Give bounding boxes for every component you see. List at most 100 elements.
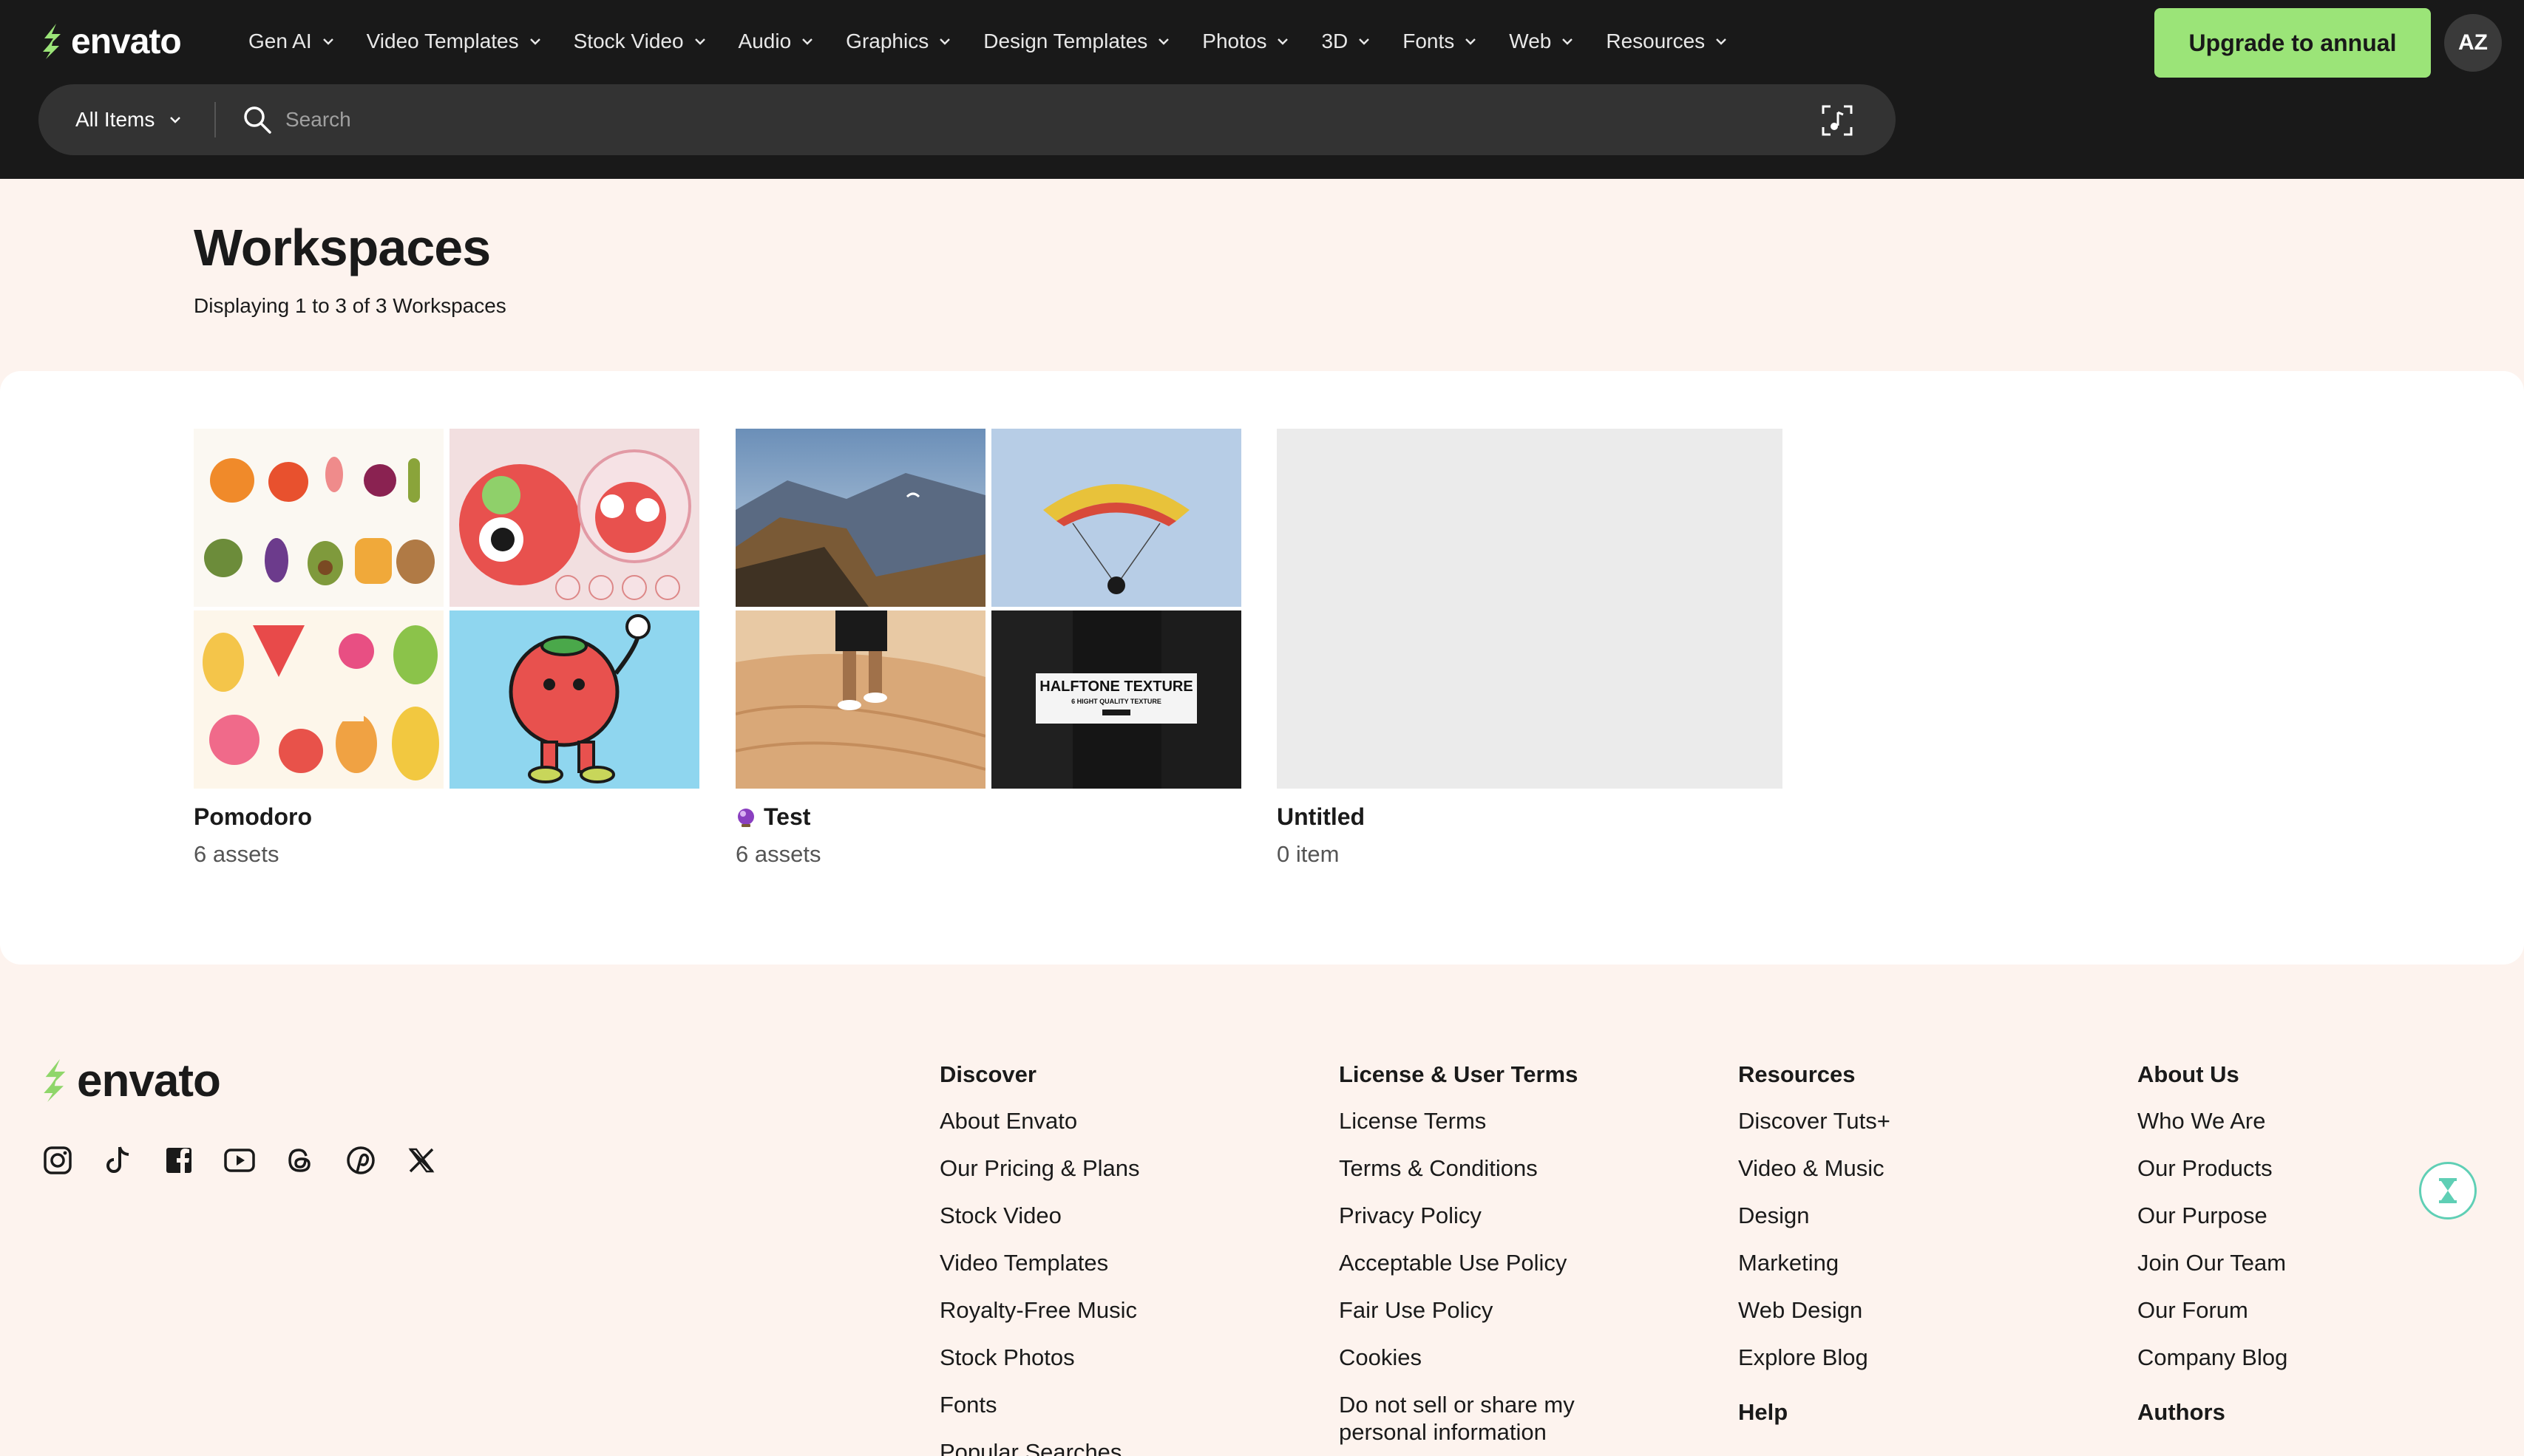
workspace-name-text: Pomodoro [194,803,312,830]
chevron-down-icon [940,38,951,45]
footer-link[interactable]: Video & Music [1738,1154,2093,1182]
nav-label: Photos [1202,30,1267,52]
workspace-card-test[interactable]: HALFTONE TEXTURE 6 HIGHT QUALITY TEXTURE… [736,429,1241,868]
workspace-thumbnails: HALFTONE TEXTURE 6 HIGHT QUALITY TEXTURE [736,429,1241,789]
footer-column-discover: Discover About Envato Our Pricing & Plan… [940,1061,1295,1456]
nav-web[interactable]: Web [1509,30,1573,53]
hourglass-button[interactable] [2419,1162,2477,1219]
page-title: Workspaces [194,219,491,276]
thumbnail-vegetable-characters [194,429,444,607]
top-header: envato Gen AI Video Templates Stock Vide… [0,0,2524,179]
envato-logo[interactable]: envato [38,21,182,61]
footer-link[interactable]: Terms & Conditions [1339,1154,1649,1182]
tiktok-icon[interactable] [102,1144,135,1177]
category-select[interactable]: All Items [75,84,181,155]
nav-photos[interactable]: Photos [1202,30,1289,53]
footer-link[interactable]: Join Our Team [2137,1249,2433,1276]
upgrade-button[interactable]: Upgrade to annual [2154,8,2431,78]
footer-link[interactable]: Popular Searches [940,1438,1295,1456]
footer-link[interactable]: About Envato [940,1107,1295,1134]
purple-orb-icon [738,808,754,827]
footer-link[interactable]: Stock Video [940,1202,1295,1229]
footer-link[interactable]: Our Pricing & Plans [940,1154,1295,1182]
workspace-name: Test [736,803,1241,831]
search-bar: All Items [38,84,1896,155]
footer-column-title: Discover [940,1061,1037,1087]
halftone-subtitle: 6 HIGHT QUALITY TEXTURE [1071,698,1161,705]
nav-label: Resources [1606,30,1706,52]
nav-stock-video[interactable]: Stock Video [574,30,706,53]
workspace-count: 6 assets [194,841,279,867]
nav-label: Audio [738,30,792,52]
footer-link[interactable]: Royalty-Free Music [940,1296,1295,1324]
search-input[interactable] [285,99,1764,140]
facebook-icon[interactable] [163,1144,195,1177]
workspace-name-text: Test [764,803,811,830]
logo-text: envato [71,21,182,61]
footer-link[interactable]: Our Purpose [2137,1202,2433,1229]
thumbnail-halftone-texture: HALFTONE TEXTURE 6 HIGHT QUALITY TEXTURE [991,610,1241,789]
footer-link[interactable]: Company Blog [2137,1344,2433,1371]
footer-link[interactable]: Marketing [1738,1249,2093,1276]
workspace-card-untitled[interactable]: Untitled 0 item [1277,429,1782,868]
chevron-down-icon [1465,38,1476,45]
footer-link[interactable]: Stock Photos [940,1344,1295,1371]
footer-link[interactable]: Web Design [1738,1296,2093,1324]
x-icon[interactable] [405,1144,438,1177]
chevron-down-icon [529,38,540,45]
main-nav: Gen AI Video Templates Stock Video Audio… [248,22,1760,61]
footer-link[interactable]: Fonts [940,1391,1295,1418]
footer-column-title: Help [1738,1399,1788,1425]
footer-link[interactable]: Video Templates [940,1249,1295,1276]
search-divider [214,102,216,137]
nav-label: Fonts [1402,30,1455,52]
nav-graphics[interactable]: Graphics [846,30,951,53]
chevron-down-icon [1562,38,1573,45]
halftone-title: HALFTONE TEXTURE [1039,678,1193,695]
hourglass-icon [2439,1178,2457,1203]
nav-design-templates[interactable]: Design Templates [983,30,1170,53]
nav-audio[interactable]: Audio [739,30,814,53]
instagram-icon[interactable] [41,1144,74,1177]
footer-link[interactable]: Design [1738,1202,2093,1229]
nav-gen-ai[interactable]: Gen AI [248,30,334,53]
footer-link[interactable]: Our Products [2137,1154,2433,1182]
avatar[interactable]: AZ [2444,14,2502,72]
workspace-name-text: Untitled [1277,803,1366,830]
chevron-down-icon [694,38,705,45]
envato-leaf-icon [44,1058,66,1103]
footer-link[interactable]: Cookies [1339,1344,1649,1371]
workspace-count: 0 item [1277,841,1340,867]
workspace-card-pomodoro[interactable]: Pomodoro 6 assets [194,429,699,868]
footer-column-about: About Us Who We Are Our Products Our Pur… [2137,1061,2433,1426]
footer-link[interactable]: License Terms [1339,1107,1649,1134]
footer-link[interactable]: Acceptable Use Policy [1339,1249,1649,1276]
pinterest-icon[interactable] [345,1144,377,1177]
threads-icon[interactable] [284,1144,316,1177]
footer-link[interactable]: Do not sell or share my personal informa… [1339,1391,1605,1446]
footer-envato-logo[interactable]: envato [38,1055,221,1106]
footer-logo-text: envato [77,1055,221,1106]
thumbnail-desert-dunes-walker [736,610,985,789]
footer-link[interactable]: Privacy Policy [1339,1202,1649,1229]
chevron-down-icon [1359,38,1370,45]
nav-fonts[interactable]: Fonts [1402,30,1476,53]
workspace-name: Pomodoro [194,803,699,831]
youtube-icon[interactable] [223,1144,256,1177]
footer-column-license: License & User Terms License Terms Terms… [1339,1061,1649,1456]
nav-video-templates[interactable]: Video Templates [367,30,541,53]
footer-link[interactable]: Discover Tuts+ [1738,1107,2093,1134]
audio-search-icon[interactable] [1820,103,1854,137]
footer-link[interactable]: Who We Are [2137,1107,2433,1134]
nav-resources[interactable]: Resources [1606,30,1727,53]
footer-column-title: Authors [2137,1399,2225,1425]
nav-3d[interactable]: 3D [1321,30,1370,53]
footer-column-resources: Resources Discover Tuts+ Video & Music D… [1738,1061,2093,1426]
footer-column-title: Resources [1738,1061,1856,1087]
page-subtitle: Displaying 1 to 3 of 3 Workspaces [194,294,506,317]
footer-link[interactable]: Explore Blog [1738,1344,2093,1371]
nav-label: 3D [1321,30,1348,52]
footer-link[interactable]: Fair Use Policy [1339,1296,1649,1324]
thumbnail-tomato-stickers [449,429,699,607]
footer-link[interactable]: Our Forum [2137,1296,2433,1324]
